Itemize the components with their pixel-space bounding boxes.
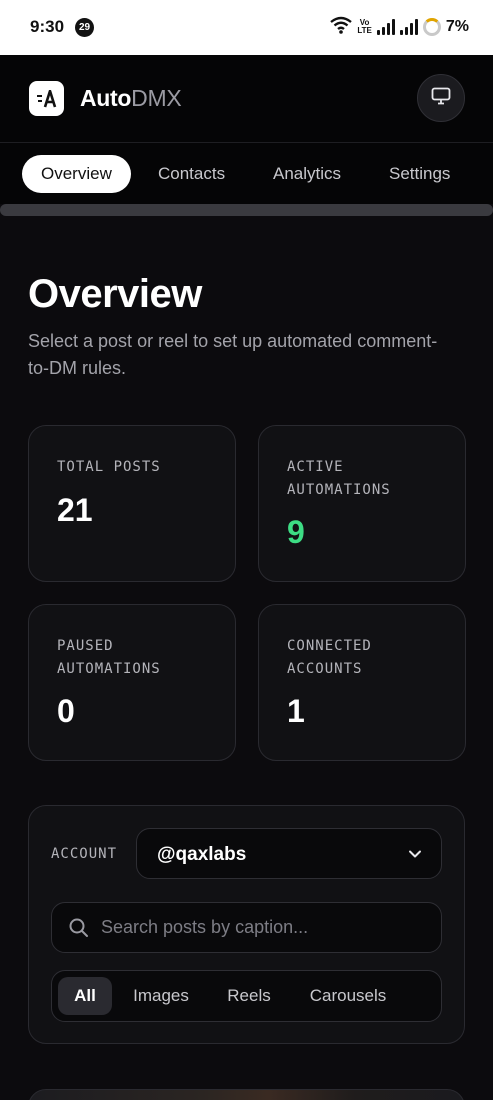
stat-value: 0 — [57, 693, 75, 729]
search-input[interactable] — [101, 903, 431, 952]
notification-count-badge: 29 — [75, 18, 94, 37]
search-icon — [68, 917, 90, 944]
signal-icon-2 — [399, 19, 418, 35]
filter-images[interactable]: Images — [124, 977, 198, 1015]
stat-card-total-posts: TOTAL POSTS 21 — [28, 425, 236, 582]
account-select[interactable]: @qaxlabs — [136, 828, 442, 879]
stat-value: 1 — [287, 693, 305, 729]
filter-carousels[interactable]: Carousels — [300, 977, 396, 1015]
app-brand: AutoDMX — [80, 85, 182, 112]
battery-percent: 7% — [445, 18, 469, 35]
stat-label: CONNECTED ACCOUNTS — [287, 638, 372, 677]
tab-contacts[interactable]: Contacts — [158, 155, 225, 193]
status-time: 9:30 — [30, 17, 65, 36]
filter-reels[interactable]: Reels — [216, 977, 282, 1015]
account-label: ACCOUNT — [51, 846, 118, 862]
chevron-down-icon — [407, 846, 423, 867]
filter-all[interactable]: All — [58, 977, 112, 1015]
filter-panel: ACCOUNT @qaxlabs All Images Reels Carous… — [28, 805, 465, 1044]
account-select-value: @qaxlabs — [157, 844, 247, 865]
status-bar: 9:30 29 Vo LTE 7% — [0, 0, 493, 55]
stat-label: PAUSED AUTOMATIONS — [57, 638, 161, 677]
stat-value: 21 — [57, 492, 93, 528]
brand-primary: Auto — [80, 85, 132, 111]
page-subtitle: Select a post or reel to set up automate… — [28, 331, 438, 378]
stat-card-active-automations: ACTIVE AUTOMATIONS 9 — [258, 425, 466, 582]
app-header: AutoDMX — [0, 55, 493, 142]
battery-icon — [422, 18, 441, 36]
main-tabs: Overview Contacts Analytics Settings — [0, 142, 493, 204]
stat-label: TOTAL POSTS — [57, 459, 161, 475]
post-card[interactable] — [28, 1089, 465, 1100]
volte-indicator: Vo LTE — [357, 19, 372, 35]
display-mode-button[interactable] — [417, 74, 465, 122]
tab-analytics[interactable]: Analytics — [273, 155, 341, 193]
page-title: Overview — [28, 272, 202, 316]
post-type-filter: All Images Reels Carousels — [51, 970, 442, 1022]
stat-label: ACTIVE AUTOMATIONS — [287, 459, 391, 498]
status-icons: Vo LTE 7% — [330, 15, 469, 39]
tab-overview[interactable]: Overview — [22, 155, 131, 193]
logo-icon — [29, 81, 64, 116]
monitor-icon — [431, 87, 451, 110]
wifi-icon — [330, 16, 353, 39]
tabs-scrollbar[interactable] — [0, 204, 493, 216]
stat-value: 9 — [287, 514, 305, 550]
stat-card-paused-automations: PAUSED AUTOMATIONS 0 — [28, 604, 236, 761]
tab-settings[interactable]: Settings — [389, 155, 450, 193]
brand-secondary: DMX — [131, 85, 182, 111]
signal-icon — [376, 19, 395, 35]
search-field[interactable] — [51, 902, 442, 953]
stat-card-connected-accounts: CONNECTED ACCOUNTS 1 — [258, 604, 466, 761]
volte-bottom-text: LTE — [357, 26, 372, 35]
